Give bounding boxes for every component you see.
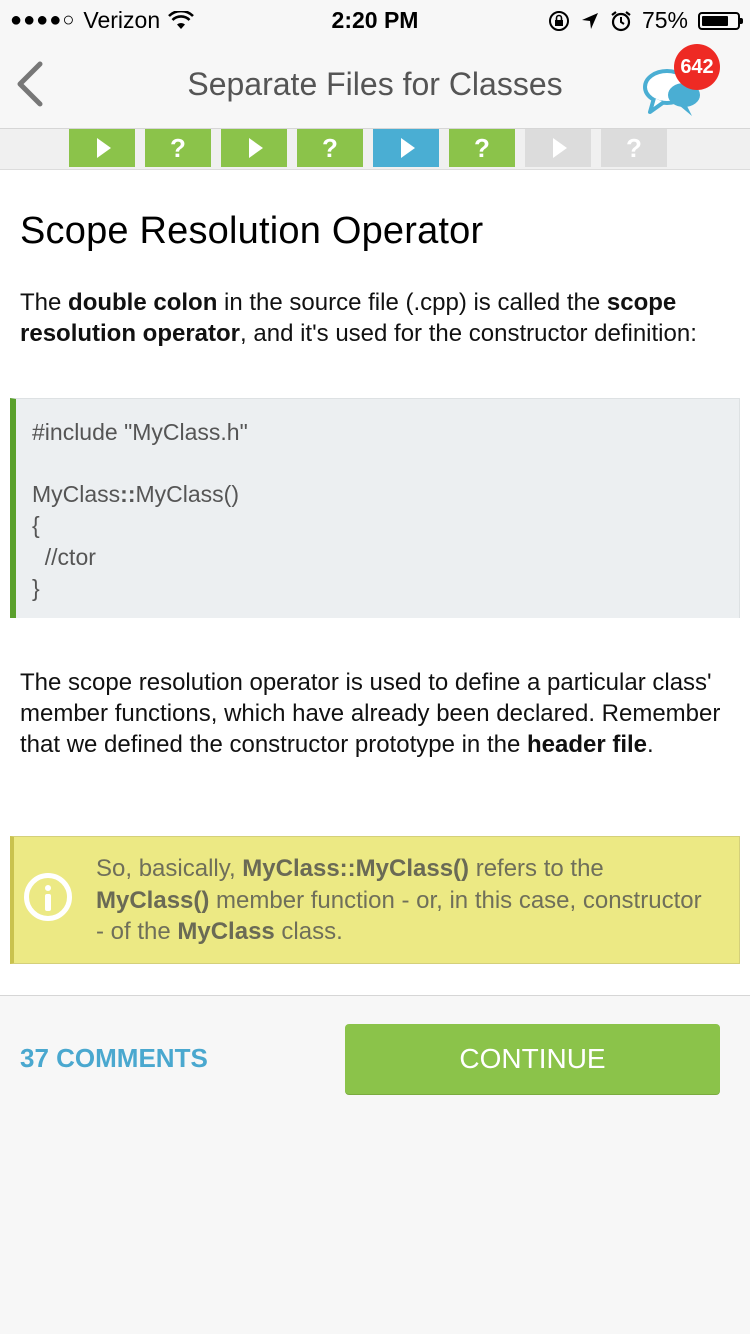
info-note: So, basically, MyClass::MyClass() refers… [10, 836, 740, 964]
question-mark-icon: ? [626, 132, 642, 163]
code-line: MyClass::MyClass() [32, 481, 239, 508]
code-operator: :: [120, 481, 136, 507]
progress-step-quiz[interactable]: ? [449, 129, 515, 167]
explanation-text: . [647, 731, 654, 758]
info-icon [24, 873, 72, 921]
intro-bold-term: double colon [68, 289, 218, 316]
lesson-title: Scope Resolution Operator [20, 210, 484, 252]
code-token: MyClass [32, 481, 121, 507]
battery-fill [702, 15, 728, 26]
play-icon [97, 138, 111, 158]
play-icon [249, 138, 263, 158]
code-token: MyClass() [135, 481, 240, 507]
continue-button[interactable]: CONTINUE [345, 1024, 720, 1094]
info-note-text: So, basically, MyClass::MyClass() refers… [96, 853, 716, 948]
explanation-paragraph: The scope resolution operator is used to… [20, 667, 730, 760]
note-text: So, basically, [96, 855, 243, 882]
note-text: refers to the [469, 855, 604, 882]
progress-step-lesson[interactable] [69, 129, 135, 167]
progress-step-quiz[interactable]: ? [601, 129, 667, 167]
progress-step-lesson[interactable] [373, 129, 439, 167]
intro-text: The [20, 289, 69, 316]
progress-step-lesson[interactable] [221, 129, 287, 167]
note-bold: MyClass() [96, 886, 210, 914]
comments-link[interactable]: 37 COMMENTS [20, 1043, 208, 1074]
note-bold: MyClass [177, 918, 275, 945]
intro-text: in the source file (.cpp) is called the [217, 289, 607, 316]
note-text: class. [274, 918, 343, 945]
alarm-icon [611, 10, 631, 31]
explanation-bold-term: header file [526, 731, 648, 758]
code-line: #include "MyClass.h" [32, 419, 248, 445]
orientation-lock-icon [548, 10, 569, 31]
play-icon [401, 138, 415, 158]
question-mark-icon: ? [170, 132, 186, 163]
intro-text: , and it's used for the constructor defi… [240, 320, 697, 347]
location-arrow-icon [581, 12, 598, 29]
nav-bar: Separate Files for Classes [0, 40, 750, 129]
note-bold: MyClass::MyClass() [242, 855, 470, 882]
notification-badge: 642 [674, 44, 720, 90]
progress-step-quiz[interactable]: ? [297, 129, 363, 167]
lesson-progress: ???? [0, 129, 750, 170]
status-right: 75% [548, 7, 743, 34]
progress-step-lesson[interactable] [525, 129, 591, 167]
code-line: } [32, 575, 40, 601]
page-title: Separate Files for Classes [187, 66, 563, 102]
code-block: #include "MyClass.h" MyClass::MyClass() … [10, 398, 740, 618]
code-line: { [32, 512, 40, 538]
lesson-content: Scope Resolution Operator The double col… [0, 170, 750, 996]
question-mark-icon: ? [322, 132, 338, 163]
play-icon [553, 138, 567, 158]
status-bar: ●●●●○ Verizon 2:20 PM 75% [0, 0, 750, 40]
progress-step-quiz[interactable]: ? [145, 129, 211, 167]
question-mark-icon: ? [474, 132, 490, 163]
intro-paragraph: The double colon in the source file (.cp… [20, 287, 730, 349]
battery-percent: 75% [641, 7, 688, 33]
code-line: //ctor [32, 544, 96, 570]
battery-icon [698, 11, 743, 30]
